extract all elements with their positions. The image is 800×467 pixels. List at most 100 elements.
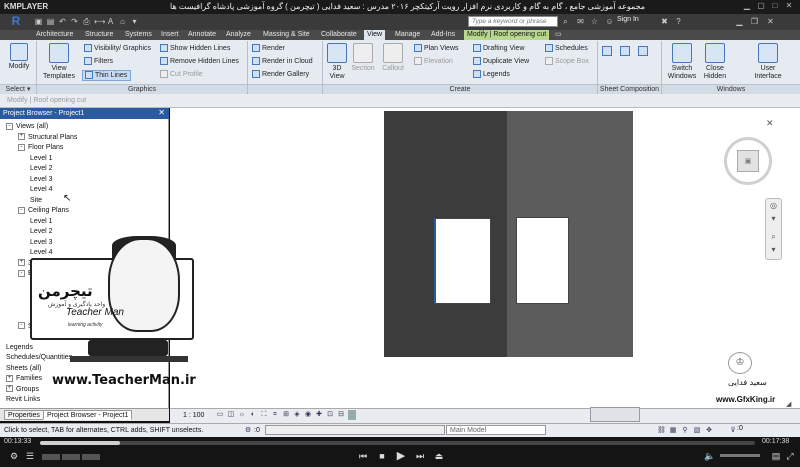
filter-icon[interactable]: ⊽ — [729, 427, 737, 435]
cut-profile-button[interactable]: Cut Profile — [160, 70, 203, 79]
zoom-icon[interactable]: ⌕ — [767, 232, 780, 243]
subtitle-icon[interactable]: ▤ — [770, 450, 782, 462]
elevation-button[interactable]: Elevation — [414, 57, 453, 66]
3d-view-button[interactable]: 3D View — [326, 43, 348, 81]
expand-icon[interactable]: + — [18, 133, 25, 141]
view-scale[interactable]: 1 : 100 — [183, 412, 204, 419]
modify-button[interactable]: Modify — [6, 43, 32, 71]
redo-icon[interactable]: ↷ — [70, 17, 79, 26]
text-icon[interactable]: A — [106, 17, 115, 26]
close-icon[interactable]: ✕ — [158, 108, 165, 117]
visibility-graphics-button[interactable]: Visibility/ Graphics — [84, 44, 151, 53]
collapse-icon[interactable]: - — [18, 269, 25, 277]
save-icon[interactable]: ▤ — [46, 17, 55, 26]
tab-collaborate[interactable]: Collaborate — [318, 30, 360, 40]
badge-3d[interactable] — [42, 454, 60, 460]
tab-massing-site[interactable]: Massing & Site — [260, 30, 313, 40]
tree-item[interactable]: + Structural Plans — [18, 133, 77, 144]
shadows-icon[interactable]: ◐ — [249, 411, 257, 419]
exchange-icon[interactable]: ✖ — [660, 17, 669, 26]
steering-wheel-icon[interactable]: ◎ — [767, 201, 780, 212]
tab-analyze[interactable]: Analyze — [223, 30, 254, 40]
badge-vr[interactable] — [62, 454, 80, 460]
subscription-icon[interactable]: ✉ — [576, 17, 585, 26]
volume-slider[interactable] — [720, 454, 760, 457]
tab-add-ins[interactable]: Add-Ins — [428, 30, 458, 40]
tree-item[interactable]: Level 2 — [30, 164, 53, 175]
highlight-displacement-icon[interactable]: ⊡ — [326, 411, 334, 419]
help-icon[interactable]: ? — [674, 17, 683, 26]
tree-item[interactable]: Level 4 — [30, 185, 53, 196]
communication-icon[interactable]: ☆ — [590, 17, 599, 26]
unlock-view-icon[interactable]: ⊞ — [282, 411, 290, 419]
tab-insert[interactable]: Insert — [158, 30, 182, 40]
tree-item[interactable]: + Groups — [6, 385, 39, 396]
view-templates-button[interactable]: View Templates — [40, 43, 78, 81]
tab-architecture[interactable]: Architecture — [33, 30, 76, 40]
close-view-icon[interactable]: ✕ — [766, 118, 774, 129]
panel-select[interactable]: Select ▾ — [0, 84, 36, 94]
filters-button[interactable]: Filters — [84, 57, 113, 66]
expand-icon[interactable]: + — [18, 259, 25, 267]
3d-view-icon[interactable]: ⌂ — [118, 17, 127, 26]
zoom-dropdown-icon[interactable]: ▾ — [767, 245, 780, 256]
drag-elements-icon[interactable]: ✥ — [705, 427, 713, 435]
undo-icon[interactable]: ↶ — [58, 17, 67, 26]
reveal-hidden-icon[interactable]: ◉ — [304, 411, 312, 419]
switch-windows-button[interactable]: Switch Windows — [665, 43, 699, 81]
tree-item[interactable]: Level 1 — [30, 217, 53, 228]
show-hidden-lines-button[interactable]: Show Hidden Lines — [160, 44, 230, 53]
tab-structure[interactable]: Structure — [82, 30, 116, 40]
app-minimize-icon[interactable]: ▁ — [735, 17, 744, 26]
reveal-constraints-icon[interactable]: ⊟ — [337, 411, 345, 419]
maximize-icon[interactable]: □ — [770, 1, 780, 11]
window-opening-left[interactable] — [434, 218, 491, 304]
tree-item[interactable]: Revit Links — [6, 395, 40, 406]
select-links-icon[interactable]: ⛓ — [657, 427, 666, 435]
tree-item[interactable]: Schedules/Quantities — [6, 353, 72, 364]
thin-lines-button[interactable]: Thin Lines — [82, 70, 132, 81]
previous-icon[interactable]: ⏮ — [357, 450, 369, 462]
tab-view[interactable]: View — [364, 30, 386, 40]
play-icon[interactable]: ▶ — [395, 450, 407, 462]
tab-project-browser[interactable]: Project Browser - Project1 — [43, 410, 133, 420]
tab-systems[interactable]: Systems — [122, 30, 155, 40]
volume-icon[interactable]: 🔈 — [704, 450, 716, 462]
temp-hide-icon[interactable]: ◈ — [293, 411, 301, 419]
tree-item[interactable]: - Ceiling Plans — [18, 206, 69, 217]
plan-views-button[interactable]: Plan Views — [414, 44, 459, 53]
section-button[interactable]: Section — [350, 43, 376, 73]
select-underlay-icon[interactable]: ▦ — [669, 427, 677, 435]
collapse-icon[interactable]: - — [18, 206, 25, 214]
eject-icon[interactable]: ⏏ — [433, 450, 445, 462]
select-pinned-icon[interactable]: ⚲ — [681, 427, 689, 435]
measure-icon[interactable]: ⟷ — [94, 17, 105, 26]
visual-style-icon[interactable]: ◫ — [227, 411, 235, 419]
render-button[interactable]: Render — [252, 44, 285, 53]
show-crop-icon[interactable]: ⌗ — [271, 411, 279, 419]
open-icon[interactable]: ▣ — [34, 17, 43, 26]
tab-modify-roof-opening-cut[interactable]: Modify | Roof opening cut — [464, 30, 550, 40]
stop-icon[interactable]: ■ — [376, 450, 388, 462]
window-opening-right[interactable] — [516, 217, 569, 304]
schedules-button[interactable]: Schedules — [545, 44, 588, 53]
search-input[interactable]: Type a keyword or phrase — [468, 16, 558, 27]
worksets-icon[interactable]: ⚙ — [244, 427, 252, 435]
application-menu-button[interactable]: R — [3, 14, 29, 30]
print-icon[interactable]: ⎙ — [82, 17, 91, 26]
tab-properties[interactable]: Properties — [4, 410, 44, 420]
select-by-face-icon[interactable]: ▧ — [693, 427, 701, 435]
tree-item[interactable]: Sheets (all) — [6, 364, 41, 375]
legends-button[interactable]: Legends — [473, 70, 510, 79]
tree-item[interactable]: Level 4 — [30, 248, 53, 259]
tree-item[interactable]: Level 3 — [30, 175, 53, 186]
sheet-button[interactable] — [602, 46, 614, 56]
tree-item[interactable]: Legends — [6, 343, 33, 354]
minimize-icon[interactable]: ▁ — [742, 1, 752, 11]
tree-item[interactable]: Site — [30, 196, 42, 207]
revisions-button[interactable] — [638, 46, 650, 56]
tree-item[interactable]: - Floor Plans — [18, 143, 63, 154]
next-icon[interactable]: ⏭ — [414, 450, 426, 462]
horizontal-scrollbar[interactable] — [590, 407, 640, 422]
tree-item[interactable]: + Families — [6, 374, 42, 385]
